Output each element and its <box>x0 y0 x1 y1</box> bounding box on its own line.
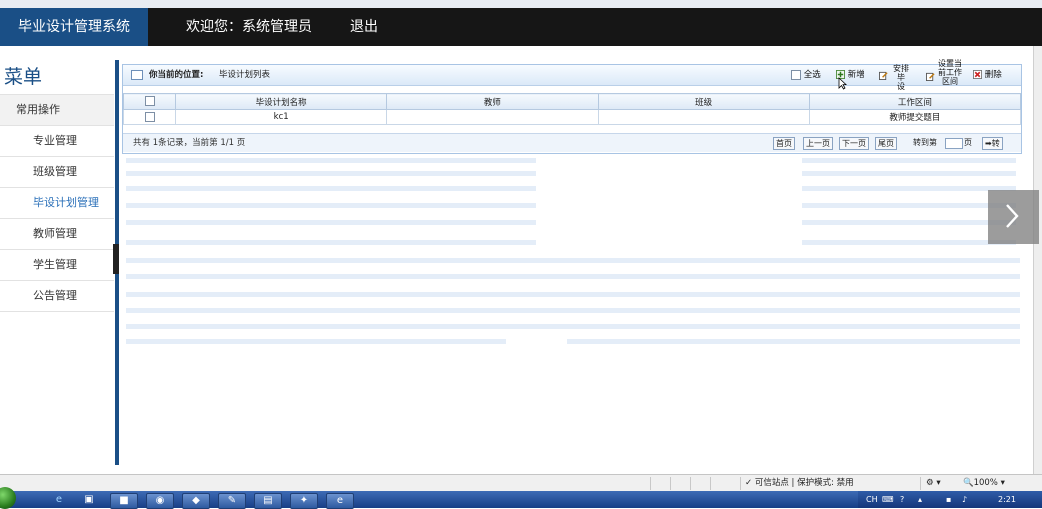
browser-status-bar: ✓ 可信站点 | 保护模式: 禁用 ⚙ ▾ 🔍100% ▾ <box>0 474 1042 492</box>
taskbar-document-icon[interactable]: ▤ <box>254 493 282 509</box>
clock[interactable]: 2:21 <box>998 491 1016 508</box>
list-panel: 你当前的位置: 毕设计划列表 全选 新增 安排毕 设 设置当 前工作 区间 删除… <box>122 59 1022 154</box>
goto-button[interactable]: ➡转 <box>982 137 1003 150</box>
column-header: 教师 <box>386 93 599 110</box>
select-all-toggle[interactable]: 全选 <box>791 65 821 85</box>
prev-page-button[interactable]: 上一页 <box>803 137 833 150</box>
explorer-quicklaunch-icon[interactable]: ▣ <box>76 493 102 507</box>
arrange-label-line1: 安排毕 <box>893 64 909 82</box>
add-label: 新增 <box>847 70 865 80</box>
location-path: 毕设计划列表 <box>219 70 271 80</box>
table-row[interactable]: kc1 教师提交题目 <box>122 109 1022 125</box>
row-checkbox[interactable] <box>144 111 155 122</box>
edit-icon <box>926 72 935 81</box>
goto-prefix: 转到第 <box>913 138 937 147</box>
next-page-button[interactable]: 下一页 <box>839 137 869 150</box>
security-zone-status: ✓ 可信站点 | 保护模式: 禁用 <box>745 478 854 488</box>
taskbar-browser-icon[interactable]: ◉ <box>146 493 174 509</box>
sidebar: 菜单 常用操作 专业管理 班级管理 毕设计划管理 教师管理 学生管理 公告管理 <box>0 60 114 465</box>
ie-quicklaunch-icon[interactable]: e <box>46 493 72 507</box>
sidebar-item-major[interactable]: 专业管理 <box>0 126 114 157</box>
app-title: 毕业设计管理系统 <box>0 8 148 46</box>
volume-icon[interactable]: ♪ <box>962 491 967 508</box>
location-label: 你当前的位置: <box>149 70 204 80</box>
sidebar-item-teacher[interactable]: 教师管理 <box>0 219 114 250</box>
chevron-right-icon <box>1006 204 1019 228</box>
cell-work-period: 教师提交题目 <box>808 109 1022 125</box>
first-page-button[interactable]: 首页 <box>773 137 795 150</box>
cell-teacher <box>386 109 599 125</box>
taskbar-app-icon[interactable]: ✦ <box>290 493 318 509</box>
goto-page-input[interactable] <box>945 138 963 149</box>
sidebar-section-common[interactable]: 常用操作 <box>0 95 114 126</box>
table-header-row: 毕设计划名称 教师 班级 工作区间 <box>122 93 1022 110</box>
taskbar-app-icon[interactable]: ◆ <box>182 493 210 509</box>
list-icon <box>131 70 143 80</box>
sidebar-collapse-handle[interactable] <box>113 244 119 274</box>
arrange-label-line2: 设 <box>897 82 905 91</box>
row-checkbox-cell <box>122 109 177 125</box>
last-page-button[interactable]: 尾页 <box>875 137 897 150</box>
taskbar-ie-icon[interactable]: e <box>326 493 354 509</box>
sidebar-item-class[interactable]: 班级管理 <box>0 157 114 188</box>
zoom-level[interactable]: 🔍100% ▾ <box>963 475 1005 492</box>
header-checkbox-cell <box>122 93 177 110</box>
delete-label: 删除 <box>984 70 1002 80</box>
keyboard-icon[interactable]: ⌨ <box>882 491 894 508</box>
delete-icon <box>973 70 982 79</box>
select-all-checkbox[interactable] <box>791 69 801 80</box>
panel-header: 你当前的位置: 毕设计划列表 全选 新增 安排毕 设 设置当 前工作 区间 删除 <box>123 59 1021 91</box>
logout-link[interactable]: 退出 <box>350 8 378 46</box>
security-settings-icon[interactable]: ⚙ ▾ <box>926 475 941 492</box>
network-icon[interactable]: ▪ <box>946 491 951 508</box>
system-tray: CH ⌨ ? ▴ ▪ ♪ 2:21 <box>858 491 1042 508</box>
app-header: 毕业设计管理系统 欢迎您：系统管理员 退出 <box>0 8 1042 46</box>
data-table: 毕设计划名称 教师 班级 工作区间 kc1 教师提交题目 <box>122 93 1022 125</box>
loading-placeholder <box>122 156 1020 352</box>
sidebar-title: 菜单 <box>0 60 114 95</box>
set-label-line1: 设置当 <box>938 59 962 68</box>
edit-icon <box>879 71 888 80</box>
tray-expand-icon[interactable]: ▴ <box>918 491 922 508</box>
pagination-bar: 共有 1条记录，当前第 1/1 页 首页 上一页 下一页 尾页 转到第 页 ➡转 <box>123 133 1021 152</box>
column-header: 班级 <box>597 93 810 110</box>
column-header: 工作区间 <box>808 93 1022 110</box>
welcome-text: 欢迎您：系统管理员 <box>186 19 312 35</box>
next-slide-button[interactable] <box>988 190 1039 244</box>
set-label-line2: 前工作 <box>938 68 962 77</box>
start-button-icon[interactable] <box>0 487 16 509</box>
header-checkbox[interactable] <box>144 96 155 107</box>
column-header: 毕设计划名称 <box>175 93 388 110</box>
windows-taskbar: e ▣ ■ ◉ ◆ ✎ ▤ ✦ e CH ⌨ ? ▴ ▪ ♪ 2:21 <box>0 487 1042 509</box>
taskbar-tool-icon[interactable]: ✎ <box>218 493 246 509</box>
select-all-label: 全选 <box>803 70 821 80</box>
record-count: 共有 1条记录，当前第 1/1 页 <box>133 138 246 148</box>
sidebar-item-notice[interactable]: 公告管理 <box>0 281 114 312</box>
mouse-cursor-icon <box>838 77 847 90</box>
input-language[interactable]: CH <box>866 491 878 508</box>
taskbar-app-icon[interactable]: ■ <box>110 493 138 509</box>
sidebar-item-student[interactable]: 学生管理 <box>0 250 114 281</box>
cell-class <box>597 109 810 125</box>
help-icon[interactable]: ? <box>900 491 904 508</box>
sidebar-item-design-plan[interactable]: 毕设计划管理 <box>0 188 114 219</box>
goto-suffix: 页 <box>964 138 972 147</box>
cell-plan-name: kc1 <box>175 109 388 125</box>
page-scrollbar[interactable] <box>1033 46 1042 474</box>
set-label-line3: 区间 <box>942 77 958 86</box>
delete-button[interactable]: 删除 <box>973 65 1002 85</box>
